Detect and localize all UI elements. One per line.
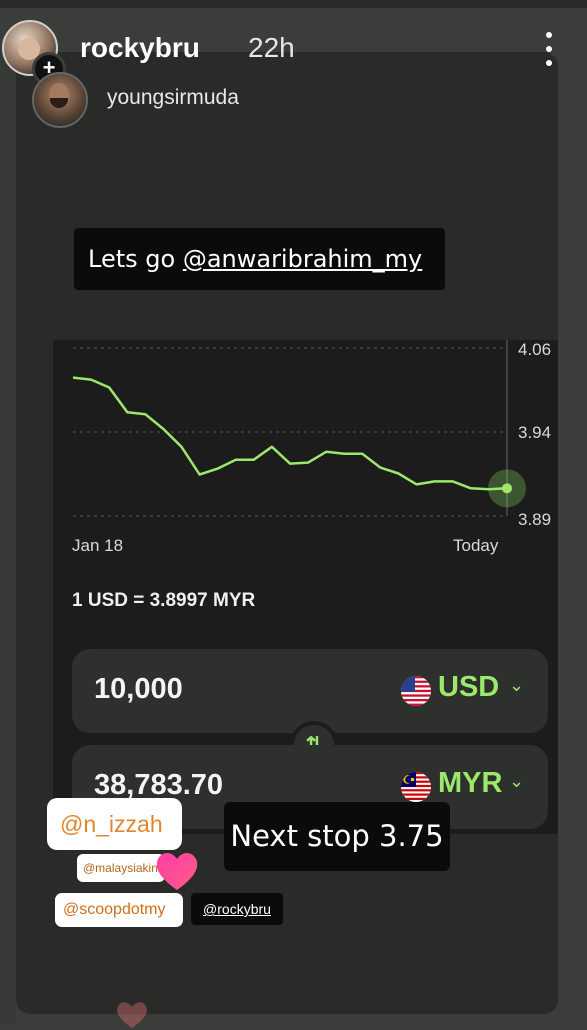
from-currency-selector[interactable]: USD — [438, 671, 499, 704]
to-currency-selector[interactable]: MYR — [438, 767, 502, 800]
x-tick-end: Today — [453, 536, 499, 555]
us-flag-icon — [401, 676, 431, 706]
chevron-down-icon[interactable]: ⌄ — [509, 675, 524, 696]
usd-myr-series-line — [72, 376, 508, 491]
avatar-beard — [50, 98, 68, 108]
my-flag-icon — [401, 772, 431, 802]
mention-sticker-rocky[interactable]: @rockybru — [191, 893, 283, 925]
caption-mention-link[interactable]: @anwaribrahim_my — [183, 245, 422, 273]
y-tick-middle: 3.94 — [518, 423, 552, 442]
heart-sticker-icon — [156, 853, 198, 890]
caption-text-box: Lets go @anwaribrahim_my — [74, 228, 445, 290]
caption-prefix: Lets go — [88, 245, 183, 273]
faint-heart-icon — [117, 1002, 147, 1028]
from-amount-value[interactable]: 10,000 — [94, 673, 183, 706]
currency-converter-screenshot: 4.06 3.94 3.89 Jan 18 Today 1 USD = 3.89… — [53, 340, 558, 834]
reposted-avatar[interactable] — [32, 72, 88, 128]
current-point — [502, 483, 512, 494]
exchange-rate-text: 1 USD = 3.8997 MYR — [72, 590, 256, 611]
y-tick-bottom: 3.89 — [518, 510, 552, 529]
more-options-icon[interactable] — [540, 32, 558, 66]
chevron-down-icon[interactable]: ⌄ — [509, 771, 524, 792]
x-tick-start: Jan 18 — [72, 536, 124, 555]
mention-sticker-izzah[interactable]: @n_izzah — [47, 798, 182, 850]
reposted-from-username[interactable]: youngsirmuda — [107, 86, 239, 110]
story-timestamp: 22h — [248, 32, 295, 63]
status-strip — [0, 0, 587, 8]
next-stop-text-box: Next stop 3.75 — [224, 802, 450, 871]
story-username[interactable]: rockybru — [80, 32, 200, 64]
mention-sticker-scoop[interactable]: @scoopdotmy — [55, 893, 183, 927]
y-tick-top: 4.06 — [518, 340, 552, 359]
previous-story-edge[interactable] — [0, 52, 16, 1024]
